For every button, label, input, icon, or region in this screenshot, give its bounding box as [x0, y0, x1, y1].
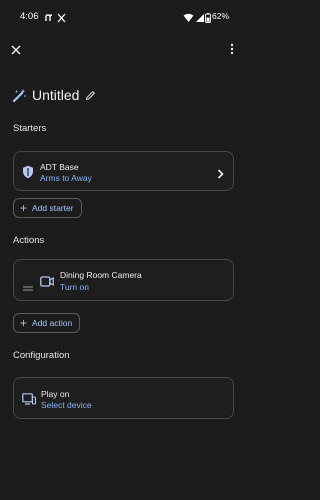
shield-icon	[22, 165, 34, 184]
starter-card-title: ADT Base	[40, 162, 79, 172]
action-card[interactable]: Dining Room Camera Turn on	[13, 259, 234, 301]
action-card-title: Dining Room Camera	[60, 270, 142, 280]
x-app-icon	[57, 10, 66, 28]
add-starter-label: Add starter	[32, 203, 74, 213]
actions-heading: Actions	[13, 235, 45, 246]
pencil-icon[interactable]	[85, 90, 96, 101]
drag-handle-icon[interactable]	[23, 278, 33, 296]
add-action-label: Add action	[32, 318, 73, 328]
status-bar: 4:06 62%	[0, 0, 247, 34]
magic-wand-icon	[12, 88, 27, 103]
more-vert-icon	[230, 42, 234, 60]
add-starter-button[interactable]: + Add starter	[13, 198, 82, 218]
battery-icon	[205, 10, 211, 28]
signal-icon	[195, 10, 205, 28]
play-on-subtitle: Select device	[41, 400, 92, 410]
add-action-button[interactable]: + Add action	[13, 313, 81, 333]
cast-device-icon	[22, 392, 37, 410]
page-title: Untitled	[32, 87, 80, 103]
action-card-subtitle: Turn on	[60, 282, 89, 292]
nest-app-icon	[44, 10, 54, 28]
close-icon	[11, 42, 21, 60]
chevron-right-icon	[217, 166, 224, 184]
plus-icon: +	[20, 316, 28, 330]
camera-icon	[40, 274, 54, 292]
plus-icon: +	[20, 201, 28, 215]
play-on-card[interactable]: Play on Select device	[13, 377, 234, 419]
starter-card[interactable]: ADT Base Arms to Away	[13, 151, 234, 191]
play-on-title: Play on	[41, 389, 70, 399]
automation-title-row[interactable]: Untitled	[12, 84, 96, 106]
battery-percent: 62%	[212, 11, 230, 21]
starter-card-subtitle: Arms to Away	[40, 173, 92, 183]
close-button[interactable]	[7, 42, 25, 60]
wifi-icon	[183, 10, 194, 28]
more-options-button[interactable]	[226, 42, 238, 60]
configuration-heading: Configuration	[13, 350, 70, 361]
status-time: 4:06	[20, 11, 39, 22]
starters-heading: Starters	[13, 123, 47, 134]
